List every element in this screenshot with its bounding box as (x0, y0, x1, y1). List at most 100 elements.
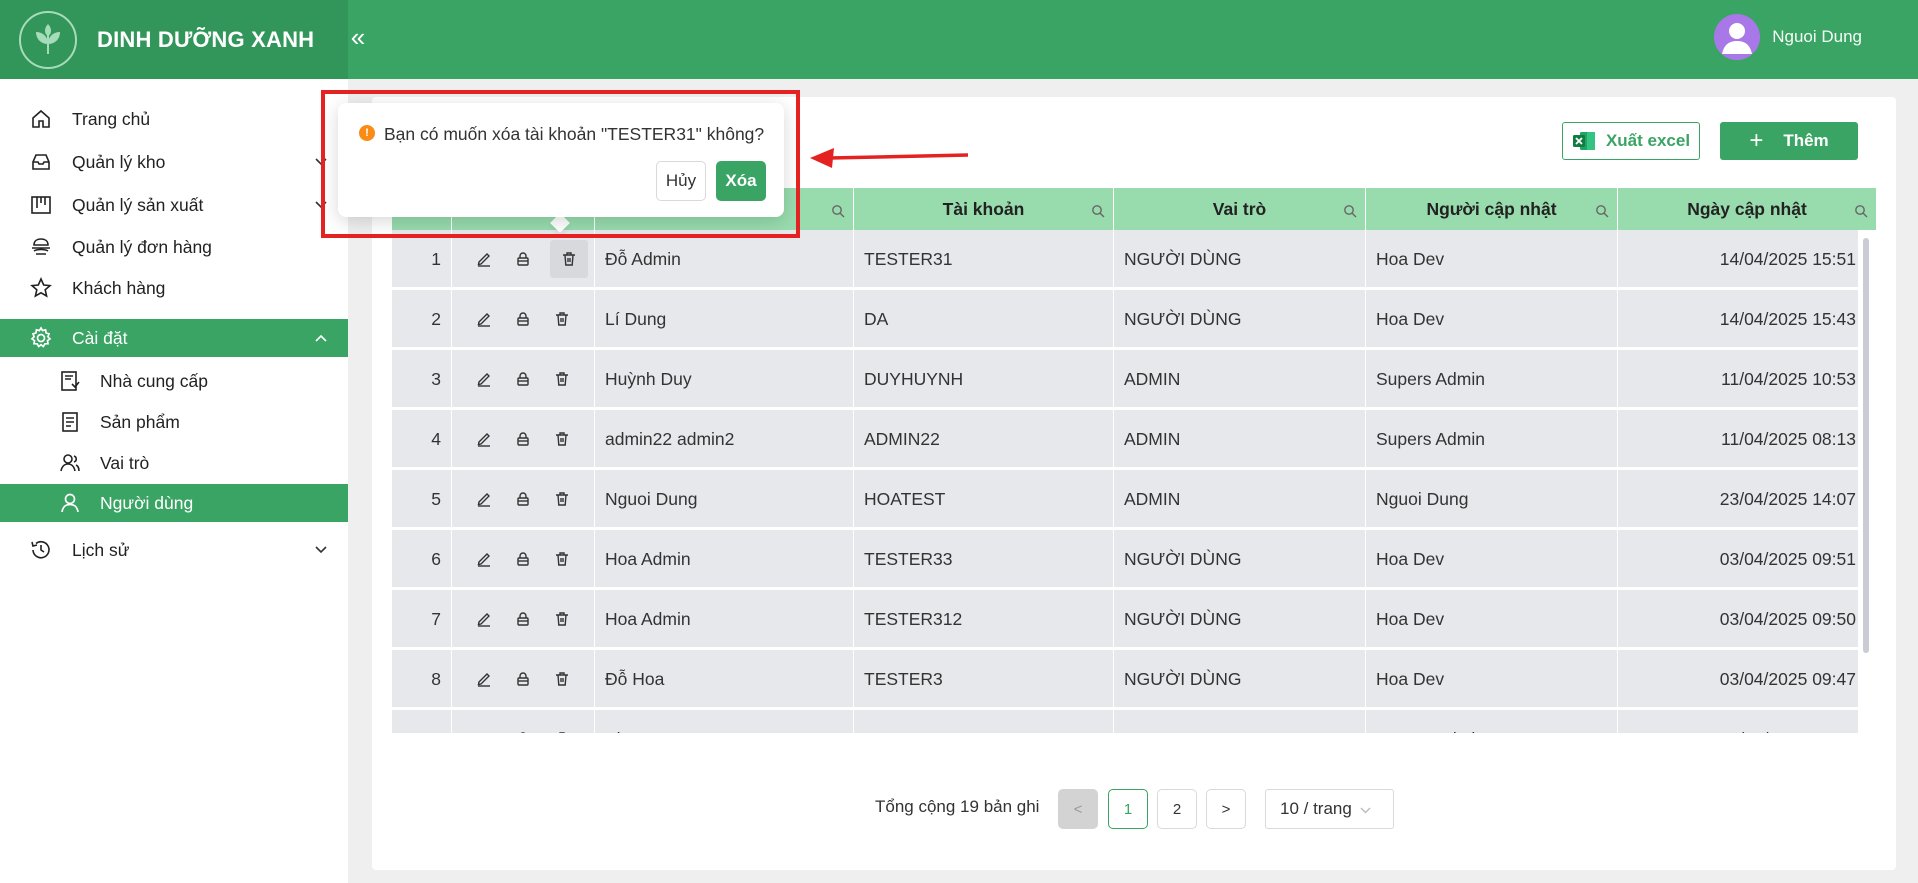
cell-date: 11/04/2025 10:53 (1618, 350, 1859, 408)
add-user-button[interactable]: + Thêm (1720, 122, 1858, 160)
lock-icon[interactable] (511, 367, 535, 391)
cell-stt: 4 (392, 410, 452, 468)
page-size-select[interactable]: 10 / trang (1265, 789, 1394, 829)
table-row: 2 Lí Dung DA NGƯỜI DÙNG Hoa Dev 14/04/2025 15… (392, 290, 1859, 348)
cell-role: NGƯỜI DÙNG (1114, 530, 1366, 588)
next-page-button[interactable]: > (1206, 789, 1246, 829)
cell-stt: 1 (392, 230, 452, 288)
edit-icon[interactable] (472, 307, 496, 331)
sidebar-item-roles[interactable]: Vai trò (0, 451, 348, 475)
sidebar-item-orders[interactable]: Quản lý đơn hàng (0, 235, 348, 259)
cell-name: Khoa Dev (595, 710, 854, 733)
inbox-icon (28, 149, 54, 175)
edit-icon[interactable] (472, 427, 496, 451)
cell-stt: 8 (392, 650, 452, 708)
edit-icon[interactable] (472, 367, 496, 391)
search-icon[interactable] (831, 202, 845, 218)
star-icon (28, 275, 54, 301)
edit-icon[interactable] (472, 547, 496, 571)
cell-name: Hoa Admin (595, 590, 854, 648)
edit-icon[interactable] (472, 487, 496, 511)
sidebar-item-customers[interactable]: Khách hàng (0, 276, 348, 300)
sidebar-item-home[interactable]: Trang chủ (0, 107, 348, 131)
cell-updater: Hoa Dev (1366, 230, 1618, 288)
export-excel-button[interactable]: Xuất excel (1562, 122, 1700, 160)
cell-account: TESTER33 (854, 530, 1114, 588)
delete-icon[interactable] (550, 667, 574, 691)
delete-icon[interactable] (550, 607, 574, 631)
edit-icon[interactable] (472, 667, 496, 691)
lock-icon[interactable] (511, 607, 535, 631)
cell-actions (452, 710, 595, 733)
lock-icon[interactable] (511, 247, 535, 271)
search-icon[interactable] (1595, 202, 1609, 218)
page-1-button[interactable]: 1 (1108, 789, 1148, 829)
sidebar-item-label: Trang chủ (72, 108, 151, 129)
cell-updater: Supers Admin (1366, 410, 1618, 468)
cell-stt: 3 (392, 350, 452, 408)
delete-icon[interactable] (550, 487, 574, 511)
delete-icon[interactable] (550, 307, 574, 331)
table-row: 5 Nguoi Dung HOATEST ADMIN Nguoi Dung 23/04/2… (392, 470, 1859, 528)
cell-actions (452, 290, 595, 348)
sidebar-item-production[interactable]: Quản lý sản xuất (0, 193, 348, 217)
edit-icon[interactable] (472, 727, 496, 733)
user-menu[interactable]: Nguoi Dung (1714, 14, 1862, 60)
sidebar-item-products[interactable]: Sản phẩm (0, 410, 348, 434)
user-icon (57, 490, 83, 516)
users-icon (57, 450, 83, 476)
cell-name: Huỳnh Duy (595, 350, 854, 408)
sidebar-item-history[interactable]: Lịch sử (0, 537, 348, 563)
sidebar: Trang chủ Quản lý kho Quản lý sản xuất Q… (0, 79, 348, 883)
chevron-up-icon (313, 330, 329, 346)
cell-date: 03/04/2025 09:47 (1618, 650, 1859, 708)
table-row: 4 admin22 admin2 ADMIN22 ADMIN Supers Admin 1… (392, 410, 1859, 468)
collapse-sidebar-button[interactable]: « (348, 22, 368, 54)
delete-icon[interactable] (550, 547, 574, 571)
sidebar-item-label: Vai trò (100, 452, 150, 473)
delete-icon[interactable] (550, 240, 588, 278)
delivery-icon (28, 234, 54, 260)
cell-role: NGƯỜI DÙNG (1114, 230, 1366, 288)
cell-stt: 6 (392, 530, 452, 588)
cell-stt: 2 (392, 290, 452, 348)
lock-icon[interactable] (511, 307, 535, 331)
column-header-label: Ngày cập nhật (1687, 198, 1807, 219)
edit-icon[interactable] (472, 247, 496, 271)
delete-icon[interactable] (550, 727, 574, 733)
sidebar-item-suppliers[interactable]: Nhà cung cấp (0, 369, 348, 393)
prev-page-button[interactable]: < (1058, 789, 1098, 829)
total-records: Tổng cộng 19 bản ghi (875, 797, 1040, 816)
cell-updater: Supers Admin (1366, 710, 1618, 733)
home-icon (28, 106, 54, 132)
cell-stt: 7 (392, 590, 452, 648)
sidebar-item-settings[interactable]: Cài đặt (0, 319, 348, 357)
table-body: 1 Đỗ Admin TESTER31 NGƯỜI DÙNG Hoa Dev 14/04/… (392, 230, 1859, 733)
sidebar-item-users[interactable]: Người dùng (0, 484, 348, 522)
lock-icon[interactable] (511, 727, 535, 733)
sidebar-item-inventory[interactable]: Quản lý kho (0, 150, 348, 174)
vertical-scrollbar[interactable] (1863, 238, 1869, 653)
column-header-updater: Người cập nhật (1366, 188, 1618, 230)
table-row: 3 Huỳnh Duy DUYHUYNH ADMIN Supers Admin 11/04… (392, 350, 1859, 408)
search-icon[interactable] (1343, 202, 1357, 218)
edit-icon[interactable] (472, 607, 496, 631)
delete-icon[interactable] (550, 367, 574, 391)
table-row: 8 Đỗ Hoa TESTER3 NGƯỜI DÙNG Hoa Dev 03/04/202… (392, 650, 1859, 708)
cell-role: NGƯỜI DÙNG (1114, 590, 1366, 648)
delete-icon[interactable] (550, 427, 574, 451)
cell-name: admin22 admin2 (595, 410, 854, 468)
page-2-button[interactable]: 2 (1157, 789, 1197, 829)
cell-account: TESTER312 (854, 590, 1114, 648)
lock-icon[interactable] (511, 427, 535, 451)
cell-actions (452, 590, 595, 648)
lock-icon[interactable] (511, 547, 535, 571)
leaf-logo-icon (19, 10, 77, 69)
cell-actions (452, 530, 595, 588)
search-icon[interactable] (1091, 202, 1105, 218)
search-icon[interactable] (1854, 202, 1868, 218)
cell-name: Hoa Admin (595, 530, 854, 588)
lock-icon[interactable] (511, 487, 535, 511)
cell-date: 03/04/2025 09:51 (1618, 530, 1859, 588)
lock-icon[interactable] (511, 667, 535, 691)
